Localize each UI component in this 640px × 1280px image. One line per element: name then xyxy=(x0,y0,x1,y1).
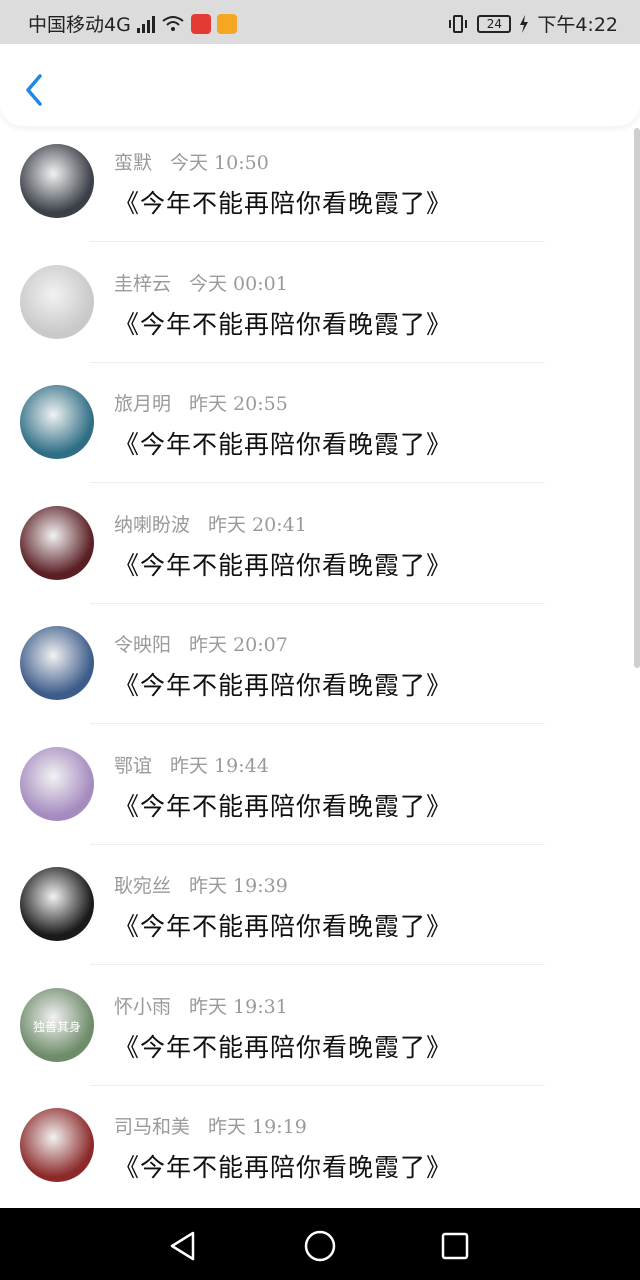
timestamp: 昨天 20:55 xyxy=(189,393,288,415)
message-text: 《今年不能再陪你看晚霞了》 xyxy=(114,671,453,700)
timestamp: 昨天 19:39 xyxy=(189,875,288,897)
list-item[interactable]: 独善其身 怀小雨 昨天 19:31 《今年不能再陪你看晚霞了》 xyxy=(0,970,640,1090)
timestamp: 昨天 19:31 xyxy=(189,995,288,1018)
avatar[interactable] xyxy=(20,867,94,941)
sender-line: 蛮默 今天 10:50 xyxy=(114,148,269,175)
navigation-bar xyxy=(0,1208,640,1280)
message-text: 《今年不能再陪你看晚霞了》 xyxy=(114,912,453,941)
list-item[interactable]: 司马和美 昨天 19:19 《今年不能再陪你看晚霞了》 xyxy=(0,1090,640,1208)
list-item[interactable]: 鄂谊 昨天 19:44 《今年不能再陪你看晚霞了》 xyxy=(0,729,640,849)
list-item[interactable]: 旅月明 昨天 20:55 《今年不能再陪你看晚霞了》 xyxy=(0,367,640,487)
sender-name: 旅月明 xyxy=(114,393,172,415)
divider xyxy=(90,843,545,845)
timestamp: 昨天 19:44 xyxy=(170,754,269,777)
vibrate-icon xyxy=(449,14,468,33)
sender-line: 圭梓云 今天 00:01 xyxy=(114,269,288,296)
sender-name: 蛮默 xyxy=(114,152,153,174)
sender-name: 圭梓云 xyxy=(114,272,172,295)
avatar[interactable] xyxy=(20,505,94,580)
message-list[interactable]: 蛮默 今天 10:50 《今年不能再陪你看晚霞了》 圭梓云 今天 00:01 《今年不能再… xyxy=(0,126,640,1208)
sender-line: 令映阳 昨天 20:07 xyxy=(114,630,288,657)
charging-icon xyxy=(520,14,529,33)
sender-line: 鄂谊 昨天 19:44 xyxy=(114,751,269,778)
battery-icon: 24 xyxy=(477,14,512,33)
clock: 下午4:22 xyxy=(537,14,618,36)
divider xyxy=(90,361,545,363)
sender-line: 耿宛丝 昨天 19:39 xyxy=(114,871,288,898)
status-right: 24 下午4:22 xyxy=(447,10,618,37)
sender-line: 怀小雨 昨天 19:31 xyxy=(114,992,288,1019)
divider xyxy=(90,964,545,965)
nav-recents-button[interactable] xyxy=(437,1228,473,1264)
list-item[interactable]: 纳喇盼波 昨天 20:41 《今年不能再陪你看晚霞了》 xyxy=(0,488,640,608)
message-text: 《今年不能再陪你看晚霞了》 xyxy=(114,1153,453,1182)
carrier-label: 中国移动4G xyxy=(28,14,131,36)
avatar[interactable] xyxy=(20,385,94,459)
list-item[interactable]: 圭梓云 今天 00:01 《今年不能再陪你看晚霞了》 xyxy=(0,247,640,367)
avatar[interactable] xyxy=(20,1108,94,1182)
sender-name: 纳喇盼波 xyxy=(114,513,191,536)
sender-name: 怀小雨 xyxy=(114,995,172,1018)
chevron-left-icon xyxy=(26,74,42,106)
divider xyxy=(90,482,545,483)
timestamp: 今天 10:50 xyxy=(170,152,269,174)
message-text: 《今年不能再陪你看晚霞了》 xyxy=(114,1032,453,1062)
sender-name: 耿宛丝 xyxy=(114,875,172,897)
message-text: 《今年不能再陪你看晚霞了》 xyxy=(114,189,453,218)
divider xyxy=(90,1084,545,1086)
message-text: 《今年不能再陪你看晚霞了》 xyxy=(114,791,453,821)
nav-home-button[interactable] xyxy=(302,1228,338,1264)
signal-icon xyxy=(136,15,155,33)
timestamp: 今天 00:01 xyxy=(189,272,288,295)
avatar[interactable] xyxy=(20,144,94,218)
list-item[interactable]: 令映阳 昨天 20:07 《今年不能再陪你看晚霞了》 xyxy=(0,608,640,728)
timestamp: 昨天 19:19 xyxy=(208,1116,307,1138)
app-notification-icon xyxy=(216,13,237,34)
avatar[interactable] xyxy=(20,626,94,700)
divider xyxy=(90,723,545,724)
avatar[interactable] xyxy=(20,746,94,821)
message-text: 《今年不能再陪你看晚霞了》 xyxy=(114,550,453,580)
sender-line: 司马和美 昨天 19:19 xyxy=(114,1112,307,1139)
square-recents-icon xyxy=(441,1232,469,1260)
message-text: 《今年不能再陪你看晚霞了》 xyxy=(114,430,453,459)
app-notification-icon xyxy=(190,13,211,34)
message-text: 《今年不能再陪你看晚霞了》 xyxy=(114,309,453,339)
header xyxy=(0,44,640,126)
list-item[interactable]: 蛮默 今天 10:50 《今年不能再陪你看晚霞了》 xyxy=(0,126,640,246)
circle-home-icon xyxy=(304,1230,336,1262)
triangle-back-icon xyxy=(170,1231,195,1261)
timestamp: 昨天 20:07 xyxy=(189,634,288,656)
back-button[interactable] xyxy=(18,70,50,110)
list-item[interactable]: 耿宛丝 昨天 19:39 《今年不能再陪你看晚霞了》 xyxy=(0,849,640,969)
sender-line: 旅月明 昨天 20:55 xyxy=(114,389,288,416)
sender-name: 司马和美 xyxy=(114,1116,191,1138)
sender-name: 令映阳 xyxy=(114,634,172,656)
timestamp: 昨天 20:41 xyxy=(208,513,307,536)
status-bar: 中国移动4G 24 下午4:22 xyxy=(0,0,640,44)
sender-name: 鄂谊 xyxy=(114,754,153,777)
sender-line: 纳喇盼波 昨天 20:41 xyxy=(114,510,307,537)
nav-back-button[interactable] xyxy=(165,1228,201,1264)
scrollbar[interactable] xyxy=(634,128,640,668)
wifi-icon xyxy=(162,15,184,31)
divider xyxy=(90,241,545,242)
status-left: 中国移动4G xyxy=(28,10,237,37)
avatar[interactable] xyxy=(20,264,94,339)
avatar-caption: 独善其身 xyxy=(32,1019,81,1034)
avatar[interactable]: 独善其身 xyxy=(20,987,94,1062)
divider xyxy=(90,602,545,604)
